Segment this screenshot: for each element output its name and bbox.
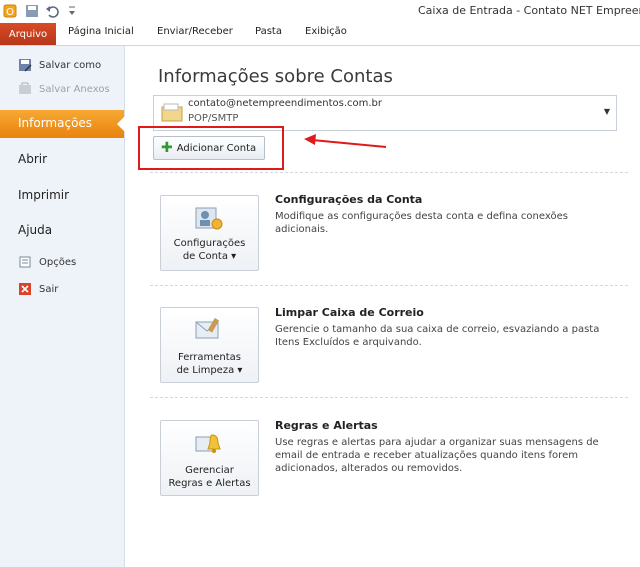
- tab-enviar-receber[interactable]: Enviar/Receber: [157, 26, 233, 37]
- annotation-arrow: [304, 134, 387, 148]
- nav-exit[interactable]: Sair: [18, 280, 58, 298]
- separator: [150, 397, 628, 398]
- section-title-account-settings: Configurações da Conta: [275, 193, 423, 206]
- save-icon[interactable]: [24, 3, 40, 19]
- options-icon: [18, 255, 32, 269]
- nav-open[interactable]: Abrir: [18, 152, 47, 166]
- nav-save-attachments-label: Salvar Anexos: [39, 83, 110, 95]
- ribbon-tabs: Arquivo Página Inicial Enviar/Receber Pa…: [0, 22, 640, 46]
- nav-info-label: Informações: [18, 116, 93, 130]
- section-desc-rules: Use regras e alertas para ajudar a organ…: [275, 437, 599, 474]
- backstage-nav: Salvar como Salvar Anexos Informações Ab…: [0, 46, 125, 567]
- account-settings-label-2: de Conta ▾: [182, 251, 237, 262]
- nav-save-as-label: Salvar como: [39, 59, 102, 71]
- nav-save-as[interactable]: Salvar como: [18, 56, 101, 74]
- nav-save-attachments[interactable]: Salvar Anexos: [18, 80, 110, 98]
- svg-text:O: O: [6, 7, 14, 18]
- account-settings-button[interactable]: Configurações de Conta ▾: [160, 195, 259, 271]
- nav-help[interactable]: Ajuda: [18, 223, 52, 237]
- rules-alerts-button[interactable]: Gerenciar Regras e Alertas: [160, 420, 259, 496]
- mail-folder-icon: [160, 101, 184, 128]
- dropdown-arrow-icon: ▼: [603, 107, 610, 116]
- cleanup-icon: [194, 316, 224, 344]
- window-title: Caixa de Entrada - Contato NET Empreendi…: [418, 4, 640, 17]
- rules-alerts-icon: [194, 429, 224, 457]
- add-account-label: Adicionar Conta: [176, 142, 257, 154]
- cleanup-tools-label-1: Ferramentas: [177, 352, 242, 363]
- nav-print[interactable]: Imprimir: [18, 188, 69, 202]
- nav-exit-label: Sair: [39, 283, 59, 295]
- tab-pagina-inicial[interactable]: Página Inicial: [68, 26, 134, 37]
- tab-exibicao[interactable]: Exibição: [305, 26, 347, 37]
- section-title-cleanup: Limpar Caixa de Correio: [275, 306, 424, 319]
- account-type: POP/SMTP: [188, 113, 239, 124]
- nav-options[interactable]: Opções: [18, 253, 76, 271]
- section-desc-cleanup: Gerencie o tamanho da sua caixa de corre…: [275, 324, 600, 348]
- nav-options-label: Opções: [39, 256, 77, 268]
- rules-alerts-label-1: Gerenciar: [185, 465, 234, 476]
- add-account-button[interactable]: ✚ Adicionar Conta: [153, 136, 265, 160]
- nav-info[interactable]: Informações: [0, 110, 125, 138]
- cleanup-tools-label-2: de Limpeza ▾: [176, 365, 243, 376]
- separator: [150, 172, 628, 173]
- page-title: Informações sobre Contas: [158, 66, 393, 87]
- customize-icon[interactable]: [66, 3, 78, 19]
- account-email: contato@netempreendimentos.com.br: [188, 98, 383, 109]
- undo-icon[interactable]: [44, 3, 60, 19]
- section-desc-account-settings: Modifique as configurações desta conta e…: [275, 211, 568, 235]
- section-title-rules: Regras e Alertas: [275, 419, 378, 432]
- cleanup-tools-button[interactable]: Ferramentas de Limpeza ▾: [160, 307, 259, 383]
- exit-icon: [18, 282, 32, 296]
- account-settings-icon: [194, 204, 224, 232]
- title-bar: O Caixa de Entrada - Contato NET Empreen…: [0, 0, 640, 22]
- save-as-icon: [18, 58, 32, 72]
- outlook-icon[interactable]: O: [2, 3, 18, 19]
- separator: [150, 285, 628, 286]
- account-settings-label-1: Configurações: [173, 238, 246, 249]
- tab-arquivo[interactable]: Arquivo: [0, 23, 56, 45]
- attachment-icon: [18, 82, 32, 96]
- tab-pasta[interactable]: Pasta: [255, 26, 282, 37]
- rules-alerts-label-2: Regras e Alertas: [168, 478, 251, 489]
- plus-icon: ✚: [161, 140, 173, 156]
